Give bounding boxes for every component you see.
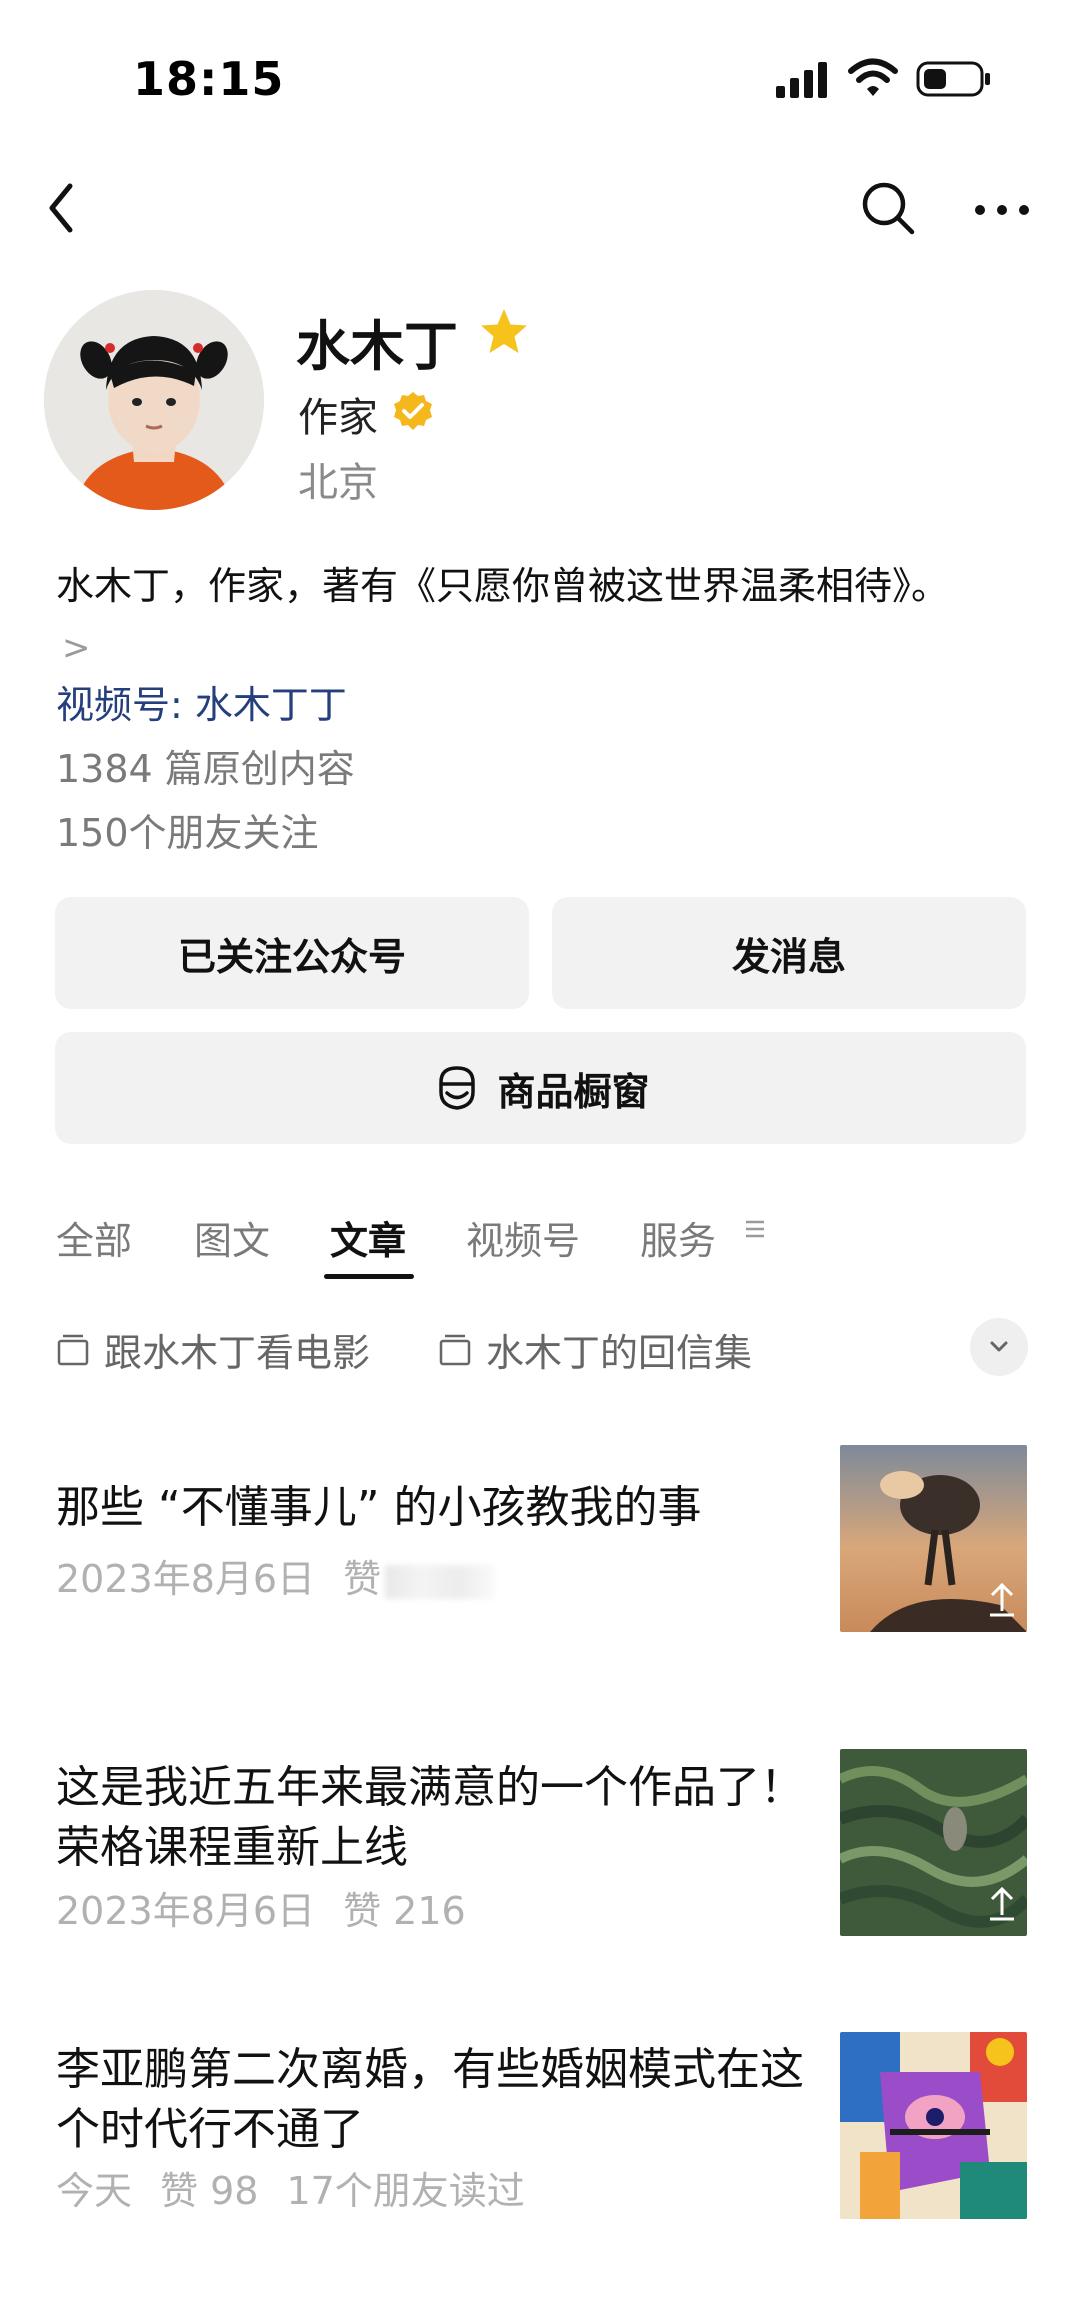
article-meta: 2023年8月6日赞 — [56, 1548, 523, 1603]
status-time: 18:15 — [133, 52, 285, 106]
article-thumbnail[interactable] — [840, 2032, 1027, 2219]
article-date: 2023年8月6日 — [56, 1889, 316, 1933]
article-thumbnail-image — [840, 1445, 1027, 1632]
article-date: 今天 — [56, 2169, 133, 2213]
tab-active-indicator — [324, 1274, 414, 1279]
article-meta: 今天赞 98 17个朋友读过 — [56, 2160, 553, 2215]
status-bar: 18:15 — [0, 0, 1080, 150]
video-channel-link[interactable]: 视频号: 水木丁丁 — [56, 674, 347, 729]
send-message-button[interactable]: 发消息 — [552, 897, 1026, 1009]
collection-chip[interactable]: 水木丁的回信集 — [438, 1322, 752, 1377]
article-likes: 赞 216 — [343, 1889, 466, 1933]
collection-icon — [439, 1334, 471, 1365]
collection-chip[interactable]: 跟水木丁看电影 — [56, 1322, 370, 1377]
expand-collections-button[interactable] — [970, 1318, 1028, 1376]
friends-read: 17个朋友读过 — [286, 2169, 525, 2213]
article-likes: 赞 — [343, 1557, 382, 1601]
avatar-image — [44, 290, 264, 510]
original-count: 1384 篇原创内容 — [56, 747, 355, 791]
profile-location: 北京 — [298, 460, 378, 506]
avatar[interactable] — [44, 290, 264, 510]
article-thumbnail-image — [840, 2032, 1027, 2219]
tab-video-channel[interactable]: 视频号 — [466, 1210, 580, 1265]
wifi-icon — [848, 58, 898, 96]
battery-icon — [916, 61, 990, 97]
profile-page: 18:15 水木丁 作家 北京 水木丁，作家，著有《只愿你曾被这世界温柔相待》。… — [0, 0, 1080, 2302]
collection-label: 跟水木丁看电影 — [104, 1331, 371, 1375]
article-title[interactable]: 那些 “不懂事儿” 的小孩教我的事 — [56, 1478, 816, 1538]
more-icon[interactable] — [972, 190, 1032, 230]
bio-expand-arrow[interactable]: > — [62, 618, 91, 678]
tab-services[interactable]: 服务 — [640, 1210, 716, 1265]
article-title[interactable]: 李亚鹏第二次离婚，有些婚姻模式在这个时代行不通了 — [56, 2040, 816, 2160]
star-icon — [481, 309, 527, 353]
verified-icon — [394, 392, 432, 430]
article-thumbnail-image — [840, 1749, 1027, 1936]
profile-name: 水木丁 — [296, 315, 458, 378]
tab-all[interactable]: 全部 — [56, 1210, 132, 1265]
tab-image-text[interactable]: 图文 — [194, 1210, 270, 1265]
shop-window-label: 商品橱窗 — [497, 1069, 650, 1114]
collection-label: 水木丁的回信集 — [486, 1331, 753, 1375]
tab-articles[interactable]: 文章 — [330, 1210, 406, 1265]
friends-following[interactable]: 150个朋友关注 — [56, 802, 319, 857]
article-likes: 赞 98 — [160, 2169, 259, 2213]
search-icon[interactable] — [860, 178, 916, 238]
bio-text: 水木丁，作家，著有《只愿你曾被这世界温柔相待》。 — [56, 564, 950, 608]
article-date: 2023年8月6日 — [56, 1557, 316, 1601]
blurred-likes — [385, 1564, 496, 1599]
chevron-down-icon — [990, 1341, 1008, 1352]
shop-window-icon — [439, 1066, 476, 1110]
shop-window-button[interactable]: 商品橱窗 — [55, 1032, 1026, 1144]
profile-bio[interactable]: 水木丁，作家，著有《只愿你曾被这世界温柔相待》。 > — [56, 556, 956, 678]
article-thumbnail[interactable] — [840, 1445, 1027, 1632]
signal-icon — [776, 62, 827, 98]
followed-button[interactable]: 已关注公众号 — [55, 897, 529, 1009]
article-title[interactable]: 这是我近五年来最满意的一个作品了！荣格课程重新上线 — [56, 1758, 816, 1878]
profile-role: 作家 — [298, 395, 378, 441]
article-thumbnail[interactable] — [840, 1749, 1027, 1936]
back-icon[interactable] — [40, 178, 86, 238]
tab-menu-icon[interactable] — [742, 1216, 768, 1242]
article-meta: 2023年8月6日赞 216 — [56, 1880, 494, 1935]
collection-icon — [57, 1334, 89, 1365]
